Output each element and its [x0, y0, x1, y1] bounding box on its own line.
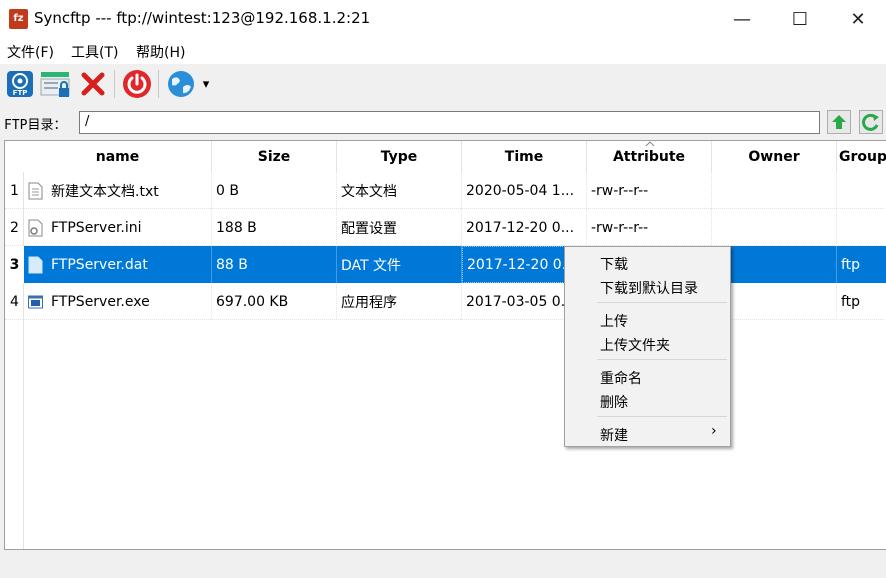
maximize-button[interactable]: ☐	[771, 0, 829, 38]
lock-server-button[interactable]	[39, 68, 71, 100]
delete-x-icon	[81, 72, 105, 96]
menu-separator	[597, 359, 727, 360]
menu-item-rename[interactable]: 重命名	[600, 368, 642, 388]
column-header-attribute-label: Attribute	[612, 148, 686, 165]
row-number: 2	[10, 219, 19, 236]
settings-file-icon	[28, 219, 43, 236]
directory-label: FTP目录：	[4, 118, 67, 133]
menu-bar: 文件(F) 工具(T) 帮助(H)	[0, 38, 886, 64]
status-bar	[0, 552, 886, 578]
file-name-cell: FTPServer.dat	[24, 246, 212, 283]
column-header-size[interactable]: Size	[212, 141, 337, 172]
column-header-owner[interactable]: Owner	[712, 141, 837, 172]
menu-item-upload-folder[interactable]: 上传文件夹	[600, 335, 670, 355]
context-menu: 下载 下载到默认目录 上传 上传文件夹 重命名 删除 新建 ›	[564, 246, 731, 447]
parent-directory-button[interactable]	[827, 110, 851, 134]
menu-item-new[interactable]: 新建	[600, 425, 628, 445]
group-cell: ftp	[837, 283, 886, 320]
file-name-cell: 新建文本文档.txt	[24, 172, 212, 209]
toolbar: FTP ▾	[0, 64, 886, 105]
group-cell: ftp	[837, 246, 886, 283]
menu-file[interactable]: 文件(F)	[7, 42, 54, 62]
file-name: FTPServer.ini	[51, 219, 142, 236]
site-dropdown-button[interactable]: ▾	[196, 68, 216, 100]
type-cell: 文本文档	[337, 172, 462, 209]
ftp-icon: FTP	[7, 71, 33, 97]
arrow-up-icon	[832, 115, 846, 129]
size-cell: 0 B	[212, 172, 337, 209]
group-cell	[837, 172, 886, 209]
menu-item-download[interactable]: 下载	[600, 254, 628, 274]
disconnect-button[interactable]	[121, 68, 153, 100]
file-name-cell: FTPServer.exe	[24, 283, 212, 320]
type-cell: 配置设置	[337, 209, 462, 246]
menu-item-delete[interactable]: 删除	[600, 392, 628, 412]
row-number: 1	[10, 182, 19, 199]
group-cell	[837, 209, 886, 246]
menu-help[interactable]: 帮助(H)	[136, 42, 185, 62]
owner-cell	[712, 209, 837, 246]
row-number: 4	[10, 293, 19, 310]
menu-separator	[597, 416, 727, 417]
app-icon: fz	[9, 9, 28, 29]
time-cell: 2020-05-04 1...	[462, 172, 587, 209]
file-name: FTPServer.dat	[51, 256, 148, 273]
column-header-type[interactable]: Type	[337, 141, 462, 172]
minimize-button[interactable]: —	[713, 0, 771, 38]
dat-file-icon	[28, 256, 43, 273]
column-header-time[interactable]: Time	[462, 141, 587, 172]
toolbar-separator	[158, 70, 159, 98]
size-cell: 188 B	[212, 209, 337, 246]
type-cell: DAT 文件	[337, 246, 462, 283]
time-cell: 2017-12-20 0...	[462, 209, 587, 246]
ftp-connect-button[interactable]: FTP	[4, 68, 36, 100]
lock-server-icon	[40, 72, 70, 97]
delete-button[interactable]	[77, 68, 109, 100]
table-row[interactable]: 4 FTPServer.exe 697.00 KB 应用程序 2017-03-0…	[5, 283, 886, 320]
title-bar: fz Syncftp --- ftp://wintest:123@192.168…	[0, 0, 886, 38]
size-cell: 88 B	[212, 246, 337, 283]
attribute-cell: -rw-r--r--	[587, 209, 712, 246]
type-cell: 应用程序	[337, 283, 462, 320]
power-icon	[123, 70, 151, 98]
text-file-icon	[28, 182, 43, 199]
exe-file-icon	[28, 295, 43, 308]
sort-indicator-icon	[645, 141, 655, 147]
globe-icon	[168, 71, 194, 97]
owner-cell	[712, 172, 837, 209]
menu-item-upload[interactable]: 上传	[600, 311, 628, 331]
size-cell: 697.00 KB	[212, 283, 337, 320]
toolbar-separator	[114, 70, 115, 98]
table-row[interactable]: 1 新建文本文档.txt 0 B 文本文档 2020-05-04 1... -r…	[5, 172, 886, 209]
refresh-button[interactable]	[859, 110, 883, 134]
file-table: name Size Type Time Attribute Owner Grou…	[4, 140, 886, 550]
close-button[interactable]: ✕	[829, 0, 886, 38]
menu-tools[interactable]: 工具(T)	[71, 42, 118, 62]
table-row[interactable]: 2 FTPServer.ini 188 B 配置设置 2017-12-20 0.…	[5, 209, 886, 246]
table-row-selected[interactable]: 3 FTPServer.dat 88 B DAT 文件 2017-12-20 0…	[5, 246, 886, 283]
menu-item-download-default-dir[interactable]: 下载到默认目录	[600, 278, 698, 298]
refresh-icon	[862, 113, 879, 131]
file-name: FTPServer.exe	[51, 293, 150, 310]
window-title: Syncftp --- ftp://wintest:123@192.168.1.…	[34, 9, 371, 27]
directory-bar: FTP目录： /	[0, 105, 886, 139]
site-manager-button[interactable]	[165, 68, 197, 100]
column-header-group[interactable]: Group	[837, 141, 886, 172]
submenu-arrow-icon: ›	[711, 423, 717, 439]
directory-input[interactable]: /	[79, 111, 820, 134]
menu-separator	[597, 302, 727, 303]
svg-text:FTP: FTP	[13, 89, 28, 97]
row-number: 3	[5, 246, 24, 283]
file-name: 新建文本文档.txt	[51, 183, 159, 200]
column-header-name[interactable]: name	[24, 141, 212, 172]
attribute-cell: -rw-r--r--	[587, 172, 712, 209]
file-name-cell: FTPServer.ini	[24, 209, 212, 246]
chevron-down-icon: ▾	[202, 76, 210, 92]
